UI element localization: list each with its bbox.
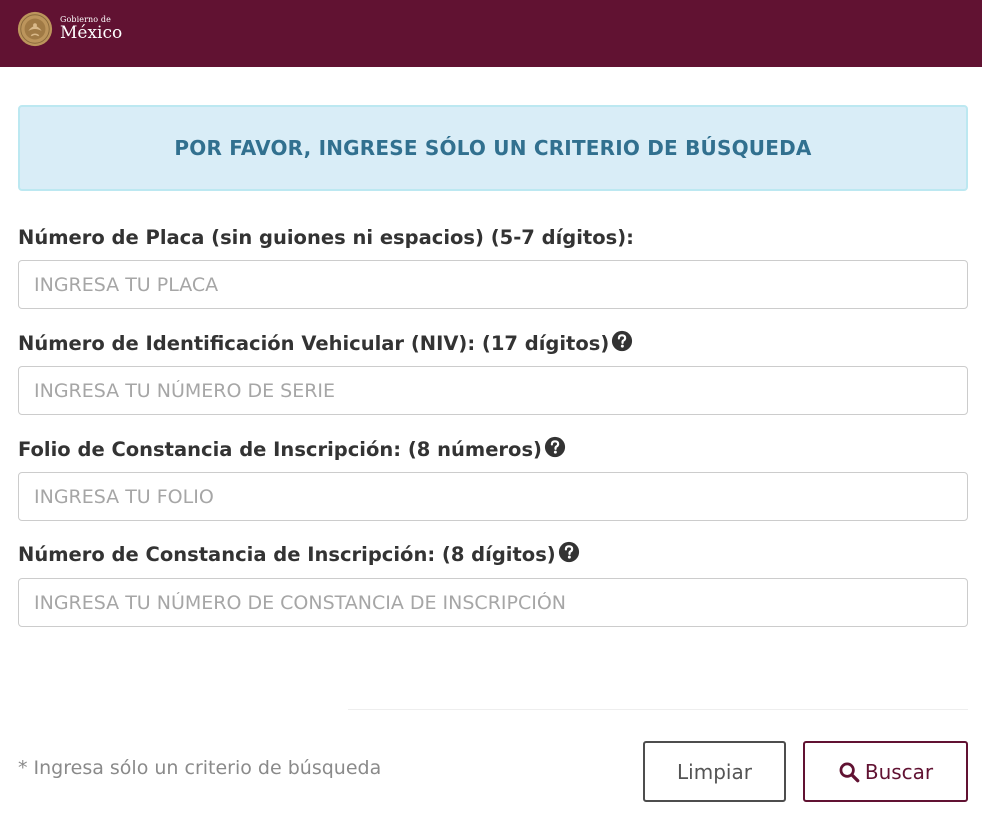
registration-number-label-text: Número de Constancia de Inscripción: (8 … [18, 543, 556, 566]
logo-line-2: México [60, 23, 123, 43]
question-circle-icon[interactable] [544, 436, 566, 458]
vin-label-text: Número de Identificación Vehicular (NIV)… [18, 332, 610, 355]
plate-number-label-text: Número de Placa (sin guiones ni espacios… [18, 226, 634, 249]
question-circle-icon[interactable] [558, 541, 580, 563]
vin-label: Número de Identificación Vehicular (NIV)… [18, 330, 633, 355]
search-criteria-alert: POR FAVOR, INGRESE SÓLO UN CRITERIO DE B… [18, 105, 968, 191]
logo-text: Gobierno de México [60, 16, 122, 42]
search-button[interactable]: Buscar [803, 741, 968, 802]
search-button-label: Buscar [864, 759, 934, 784]
form-divider [348, 709, 968, 710]
top-header: Gobierno de México [0, 0, 982, 67]
gobierno-de-mexico-logo[interactable]: Gobierno de México [16, 10, 122, 48]
vin-input[interactable] [18, 366, 968, 415]
registration-folio-label: Folio de Constancia de Inscripción: (8 n… [18, 436, 566, 461]
plate-number-label: Número de Placa (sin guiones ni espacios… [18, 226, 634, 249]
alert-text: POR FAVOR, INGRESE SÓLO UN CRITERIO DE B… [174, 136, 812, 160]
registration-number-input[interactable] [18, 578, 968, 627]
clear-button[interactable]: Limpiar [643, 741, 786, 802]
registration-number-label: Número de Constancia de Inscripción: (8 … [18, 541, 580, 566]
clear-button-label: Limpiar [677, 759, 752, 784]
plate-number-input[interactable] [18, 260, 968, 309]
search-icon [839, 762, 860, 782]
registration-folio-input[interactable] [18, 472, 968, 521]
coat-of-arms-icon [17, 11, 53, 47]
registration-folio-label-text: Folio de Constancia de Inscripción: (8 n… [18, 438, 542, 461]
question-circle-icon[interactable] [611, 330, 633, 352]
search-footnote: * Ingresa sólo un criterio de búsqueda [18, 757, 382, 779]
